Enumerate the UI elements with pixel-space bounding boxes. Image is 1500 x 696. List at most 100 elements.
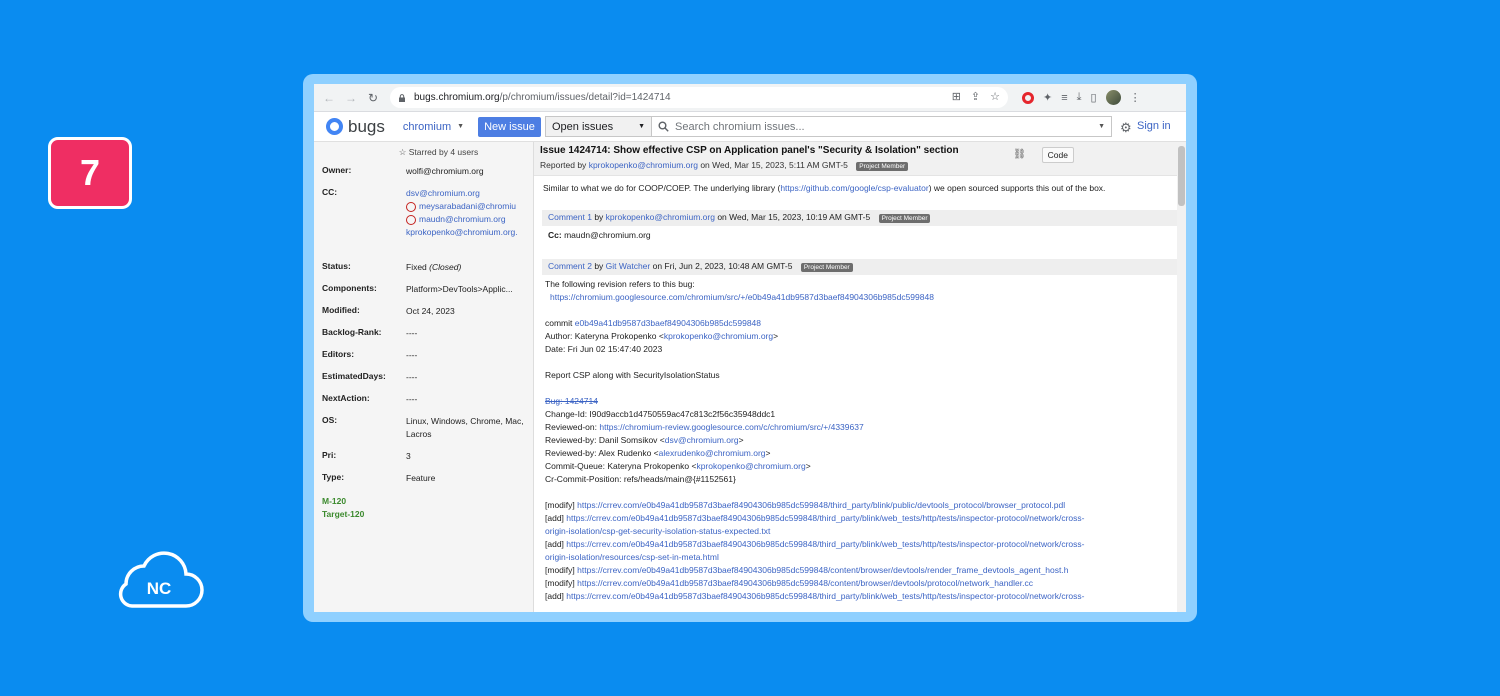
side-panel-icon[interactable]: ▯ [1091,91,1097,104]
components-value[interactable]: Platform>DevTools>Applic... [406,279,525,301]
cc-email: maudn@chromium.org [419,214,506,224]
owner-row: Owner: wolfi@chromium.org [314,161,533,183]
next-label: NextAction: [322,393,370,403]
commit-summary: Report CSP along with SecurityIsolationS… [545,370,720,380]
code-button[interactable]: Code [1041,147,1074,163]
comment-number-link[interactable]: Comment 1 [548,212,592,222]
reload-icon[interactable]: ↻ [364,89,382,107]
comment-number-link[interactable]: Comment 2 [548,261,592,271]
comment-line: The following revision refers to this bu… [545,279,695,289]
file-link-cont[interactable]: origin-isolation/csp-get-security-isolat… [545,526,770,536]
owner-value[interactable]: wolfi@chromium.org [406,161,525,183]
status-label: Status: [322,261,351,271]
file-link[interactable]: https://crrev.com/e0b49a41db9587d3baef84… [577,500,1065,510]
reported-prefix: Reported by [540,160,587,170]
scrollbar[interactable] [1177,142,1186,612]
comment-header: Comment 2 by Git Watcher on Fri, Jun 2, … [542,259,1178,275]
cc-email: meysarabadani@chromiu [419,201,516,211]
editors-value: ---- [406,350,418,360]
desc-link[interactable]: https://github.com/google/csp-evaluator [780,183,928,193]
profile-avatar[interactable] [1105,90,1121,105]
new-issue-button[interactable]: New issue [478,116,541,137]
milestone-label[interactable]: M-120 [314,495,533,508]
os-value[interactable]: Linux, Windows, Chrome, Mac, Lacros [406,411,525,446]
reported-line: Reported by kprokopenko@chromium.org on … [540,160,1180,171]
issue-description: Similar to what we do for COOP/COEP. The… [534,176,1186,200]
review-link[interactable]: https://chromium-review.googlesource.com… [599,422,863,432]
file-op: [modify] [545,578,575,588]
author-email-link[interactable]: kprokopenko@chromium.org [664,331,773,341]
reviewer-email-link[interactable]: dsv@chromium.org [665,435,739,445]
commit-queue-email-link[interactable]: kprokopenko@chromium.org [696,461,805,471]
issue-header: Issue 1424714: Show effective CSP on App… [534,142,1186,176]
reporter-link[interactable]: kprokopenko@chromium.org [589,160,698,170]
comment-date: on Fri, Jun 2, 2023, 10:48 AM GMT-5 [652,261,793,271]
opera-extension-icon[interactable] [1022,91,1034,104]
type-value[interactable]: Feature [406,468,525,490]
share-icon[interactable]: ⇪ [971,90,980,103]
file-link[interactable]: https://crrev.com/e0b49a41db9587d3baef84… [577,578,1033,588]
back-icon[interactable]: ← [320,89,338,107]
bookmark-star-icon[interactable]: ☆ [990,90,1000,103]
reviewer-email-link[interactable]: alexrudenko@chromium.org [659,448,766,458]
star-issue[interactable]: ☆ Starred by 4 users [344,147,533,158]
extensions-puzzle-icon[interactable]: ✦ [1043,91,1052,104]
starred-count: Starred by 4 users [408,147,479,157]
url-path: /p/chromium/issues/detail?id=1424714 [499,92,671,103]
backlog-label: Backlog-Rank: [322,327,382,337]
browser-menu-icon[interactable]: ⋮ [1130,91,1141,104]
file-link[interactable]: https://crrev.com/e0b49a41db9587d3baef84… [577,565,1068,575]
step-number: 7 [79,152,101,193]
modified-label: Modified: [322,305,360,315]
pri-value[interactable]: 3 [406,446,525,468]
bug-ref-link[interactable]: Bug: 1424714 [545,396,598,406]
search-input[interactable]: Search chromium issues... ▼ [652,117,1111,136]
chevron-down-icon[interactable]: ▼ [1098,123,1105,130]
commit-prefix: commit [545,318,573,328]
cc-item[interactable]: dsv@chromium.org [406,187,525,200]
comment-author-link[interactable]: Git Watcher [606,261,651,271]
bugs-logo[interactable]: bugs [326,117,385,137]
commit-hash-link[interactable]: e0b49a41db9587d3baef84904306b985dc599848 [575,318,761,328]
star-icon[interactable]: ☆ [399,147,407,157]
project-member-badge: Project Member [878,214,931,223]
project-selector[interactable]: chromium ▼ [403,121,464,133]
issue-content: ☆ Starred by 4 users Owner: wolfi@chromiu… [314,142,1186,612]
status-note: (Closed) [429,262,462,272]
reading-list-icon[interactable]: ≡ [1061,92,1067,104]
estimated-label: EstimatedDays: [322,371,386,381]
cc-item[interactable]: kprokopenko@chromium.org. [406,226,525,239]
cc-item[interactable]: maudn@chromium.org [406,213,525,226]
file-link[interactable]: https://crrev.com/e0b49a41db9587d3baef84… [566,539,1084,549]
monorail-header: bugs chromium ▼ New issue Open issues ▼ … [314,112,1186,142]
settings-gear-icon[interactable]: ⚙ [1120,120,1132,136]
revision-link[interactable]: https://chromium.googlesource.com/chromi… [550,292,934,302]
search-placeholder: Search chromium issues... [675,120,805,133]
status-text: Fixed [406,262,427,272]
comment-date: on Wed, Mar 15, 2023, 10:19 AM GMT-5 [717,212,871,222]
cc-item[interactable]: meysarabadani@chromiu [406,200,525,213]
link-chain-icon[interactable]: ⛓ [1013,149,1026,160]
forward-icon[interactable]: → [342,89,360,107]
cc-label: CC: [322,187,338,197]
backlog-value: ---- [406,328,418,338]
comment-author-link[interactable]: kprokopenko@chromium.org [606,212,715,222]
file-link[interactable]: https://crrev.com/e0b49a41db9587d3baef84… [566,513,1084,523]
comment-2: Comment 2 by Git Watcher on Fri, Jun 2, … [542,259,1178,606]
sign-in-link[interactable]: Sign in [1137,120,1171,132]
issue-detail: Issue 1424714: Show effective CSP on App… [534,142,1186,612]
file-link[interactable]: https://crrev.com/e0b49a41db9587d3baef84… [566,591,1084,601]
milestone-label[interactable]: Target-120 [314,508,533,521]
screenshot-frame: ← → ↻ bugs.chromium.org/p/chromium/issue… [303,74,1197,622]
file-link-cont[interactable]: origin-isolation/resources/csp-set-in-me… [545,552,719,562]
translate-icon[interactable]: ⊞ [952,90,961,103]
download-icon[interactable]: ⤓ [1077,91,1082,104]
comment-1: Comment 1 by kprokopenko@chromium.org on… [542,210,1178,245]
status-value: Fixed (Closed) [406,257,525,279]
scrollbar-thumb[interactable] [1178,146,1185,206]
search-scope-select[interactable]: Open issues ▼ [546,117,652,136]
comment-by: by [594,261,604,271]
step-number-badge: 7 [48,137,132,209]
address-bar[interactable]: bugs.chromium.org/p/chromium/issues/deta… [390,87,1008,108]
modified-row: Modified: Oct 24, 2023 [314,301,533,323]
